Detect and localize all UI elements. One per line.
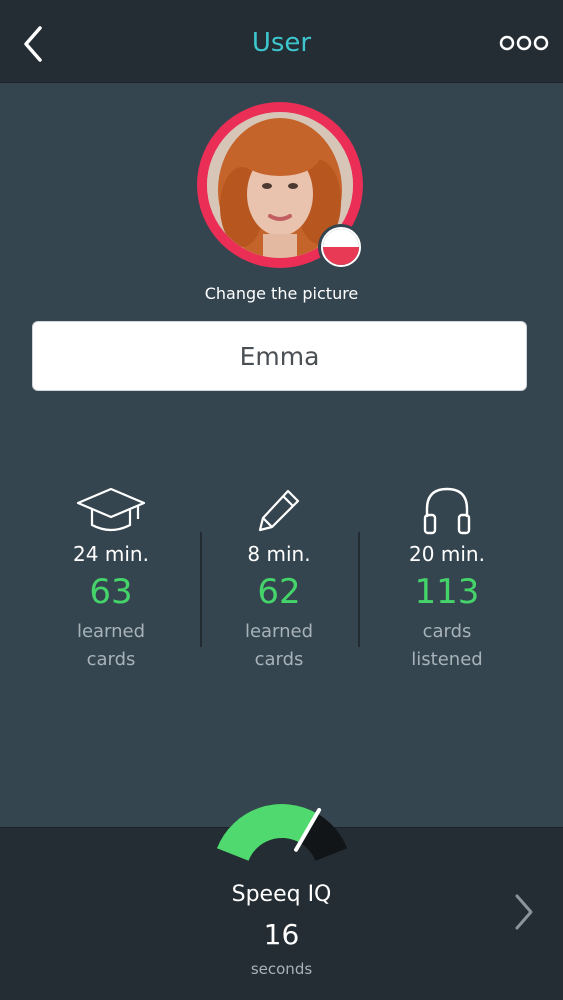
stat-time: 24 min.: [73, 542, 149, 566]
speeq-iq-title: Speeq IQ: [231, 882, 332, 907]
next-button[interactable]: [511, 890, 537, 934]
gauge-fill: [216, 804, 318, 861]
speed-gauge: [216, 804, 348, 861]
stat-count: 63: [89, 572, 133, 612]
stat-cards-listened: 20 min. 113 cards listened: [362, 482, 532, 674]
stat-label: learned cards: [76, 621, 146, 670]
graduation-cap-icon: [76, 487, 146, 532]
name-field[interactable]: [32, 321, 527, 391]
stat-label: cards listened: [411, 621, 483, 670]
more-options-button[interactable]: [499, 30, 549, 56]
stat-time: 8 min.: [247, 542, 311, 566]
top-bar: User: [0, 0, 563, 83]
stat-divider: [358, 532, 360, 647]
page-title: User: [251, 28, 312, 58]
change-picture-link[interactable]: Change the picture: [0, 284, 563, 303]
headphones-icon: [423, 487, 471, 535]
speeq-iq-value: 16: [263, 918, 300, 951]
stat-count: 113: [414, 572, 480, 612]
stat-count: 62: [257, 572, 301, 612]
poland-flag-icon: [321, 227, 361, 267]
stat-learned-study: 24 min. 63 learned cards: [26, 482, 196, 674]
stat-label: learned cards: [244, 621, 314, 670]
stat-time: 20 min.: [409, 542, 485, 566]
pencil-icon: [258, 489, 300, 532]
stat-learned-writing: 8 min. 62 learned cards: [194, 482, 364, 674]
chevron-right-icon: [515, 894, 533, 930]
speeq-iq-unit: seconds: [250, 960, 313, 978]
language-flag[interactable]: [318, 224, 364, 270]
more-dots-icon: [499, 35, 549, 51]
